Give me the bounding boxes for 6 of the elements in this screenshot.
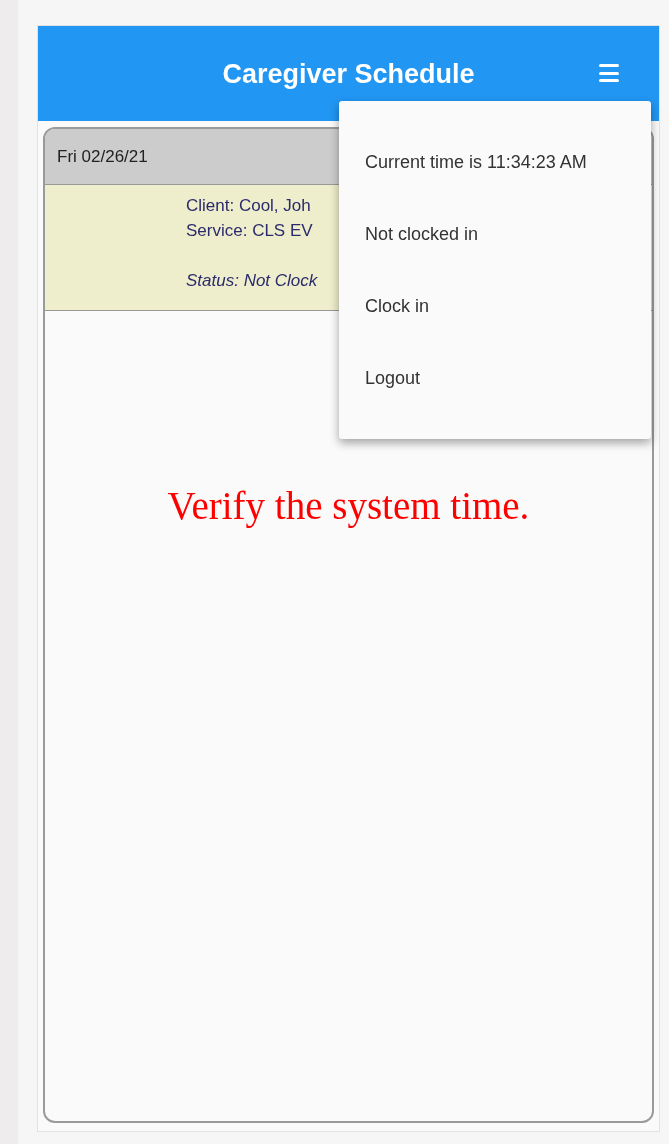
visit-detail: Service: CLS EV — [186, 220, 313, 242]
warning-message: Verify the system time. — [167, 483, 530, 530]
visit-status: Status: Not Clock — [186, 270, 318, 292]
visit-detail: Client: Cool, Joh — [186, 195, 311, 217]
date-label: Fri 02/26/21 — [57, 145, 148, 168]
header-title: Caregiver Schedule — [222, 58, 475, 92]
